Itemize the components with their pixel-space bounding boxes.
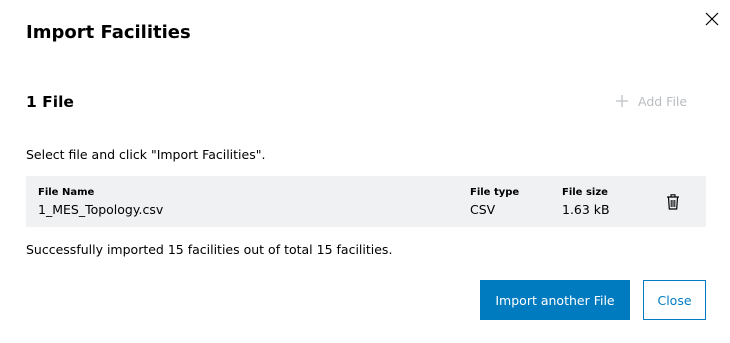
- add-file-label: Add File: [638, 93, 688, 109]
- dialog-title: Import Facilities: [26, 22, 191, 43]
- close-icon[interactable]: [702, 9, 722, 29]
- table-row: File Name 1_MES_Topology.csv File type C…: [26, 176, 706, 227]
- instruction-text: Select file and click "Import Facilities…: [26, 147, 266, 162]
- file-type-value: CSV: [470, 202, 496, 217]
- file-type-cell: File type CSV: [470, 187, 519, 218]
- plus-icon: [614, 93, 630, 109]
- file-name-header: File Name: [38, 187, 95, 198]
- trash-icon[interactable]: [664, 192, 682, 212]
- close-button[interactable]: Close: [643, 280, 706, 320]
- file-size-value: 1.63 kB: [562, 202, 610, 217]
- import-status-message: Successfully imported 15 facilities out …: [26, 242, 393, 257]
- file-name-cell: File Name 1_MES_Topology.csv: [38, 187, 163, 218]
- add-file-button[interactable]: Add File: [614, 93, 687, 109]
- file-name-value: 1_MES_Topology.csv: [38, 202, 164, 217]
- import-facilities-dialog: Import Facilities 1 File Add File Select…: [0, 0, 730, 343]
- file-count-heading: 1 File: [26, 93, 74, 111]
- import-another-file-button[interactable]: Import another File: [480, 280, 630, 320]
- file-type-header: File type: [470, 187, 520, 198]
- file-size-header: File size: [562, 187, 608, 198]
- file-size-cell: File size 1.63 kB: [562, 187, 610, 218]
